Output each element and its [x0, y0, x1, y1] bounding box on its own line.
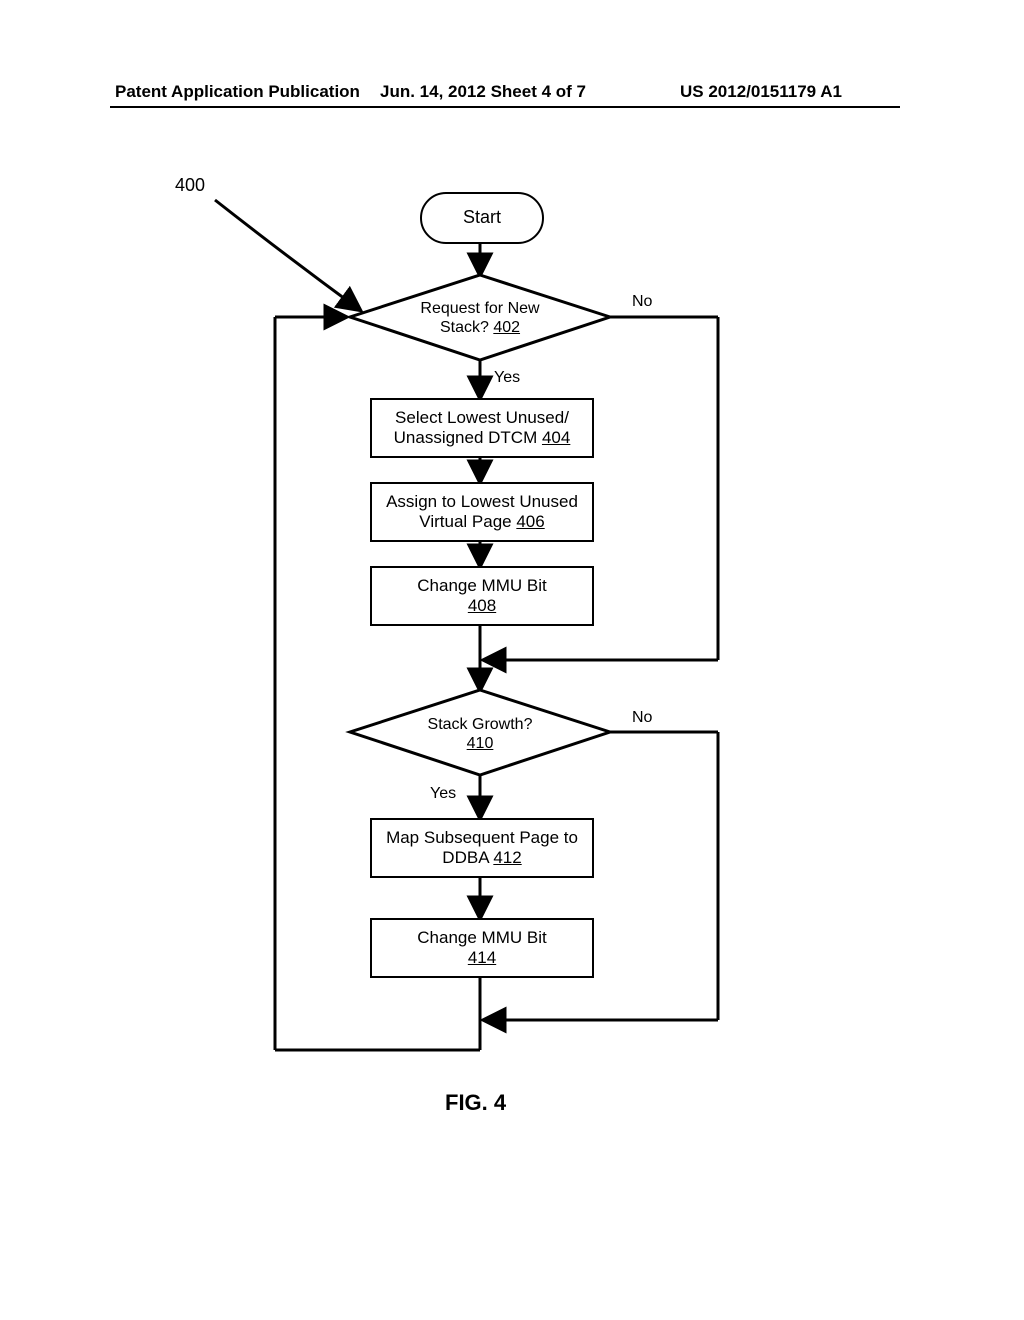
box1-ref: 404: [542, 428, 570, 447]
dec2-line1: Stack Growth?: [428, 716, 533, 733]
box1-line1: Select Lowest Unused/: [395, 408, 569, 427]
box4-line1: Map Subsequent Page to: [386, 828, 578, 847]
box-assign-virtual-page: Assign to Lowest Unused Virtual Page 406: [370, 482, 594, 542]
box5-line1: Change MMU Bit: [417, 928, 546, 947]
start-terminator: Start: [420, 192, 544, 244]
dec1-line2a: Stack?: [440, 319, 493, 336]
dec2-ref: 410: [467, 735, 494, 752]
dec1-line1: Request for New: [420, 300, 539, 317]
box2-line2a: Virtual Page: [419, 512, 516, 531]
box3-ref: 408: [468, 596, 496, 615]
box2-ref: 406: [516, 512, 544, 531]
box3-line1: Change MMU Bit: [417, 576, 546, 595]
box-change-mmu-bit-2: Change MMU Bit 414: [370, 918, 594, 978]
dec1-no-label: No: [632, 292, 652, 311]
box5-ref: 414: [468, 948, 496, 967]
header-pubnumber: US 2012/0151179 A1: [680, 82, 842, 102]
dec2-yes-label: Yes: [430, 784, 456, 803]
dec1-ref: 402: [493, 319, 520, 336]
box4-line2a: DDBA: [442, 848, 493, 867]
decision-stack-growth: Stack Growth? 410: [370, 712, 590, 756]
box-select-lowest-dtcm: Select Lowest Unused/ Unassigned DTCM 40…: [370, 398, 594, 458]
box-map-subsequent-page: Map Subsequent Page to DDBA 412: [370, 818, 594, 878]
box1-line2a: Unassigned DTCM: [394, 428, 542, 447]
figure-label: FIG. 4: [445, 1090, 506, 1116]
dec2-no-label: No: [632, 708, 652, 727]
header-date-sheet: Jun. 14, 2012 Sheet 4 of 7: [380, 82, 586, 102]
dec1-yes-label: Yes: [494, 368, 520, 387]
start-label: Start: [463, 207, 501, 229]
box-change-mmu-bit-1: Change MMU Bit 408: [370, 566, 594, 626]
flowchart: 400: [0, 170, 1024, 1220]
box4-ref: 412: [493, 848, 521, 867]
header-publication: Patent Application Publication: [115, 82, 360, 102]
decision-request-new-stack: Request for New Stack? 402: [370, 296, 590, 340]
header-rule: [110, 106, 900, 108]
box2-line1: Assign to Lowest Unused: [386, 492, 578, 511]
